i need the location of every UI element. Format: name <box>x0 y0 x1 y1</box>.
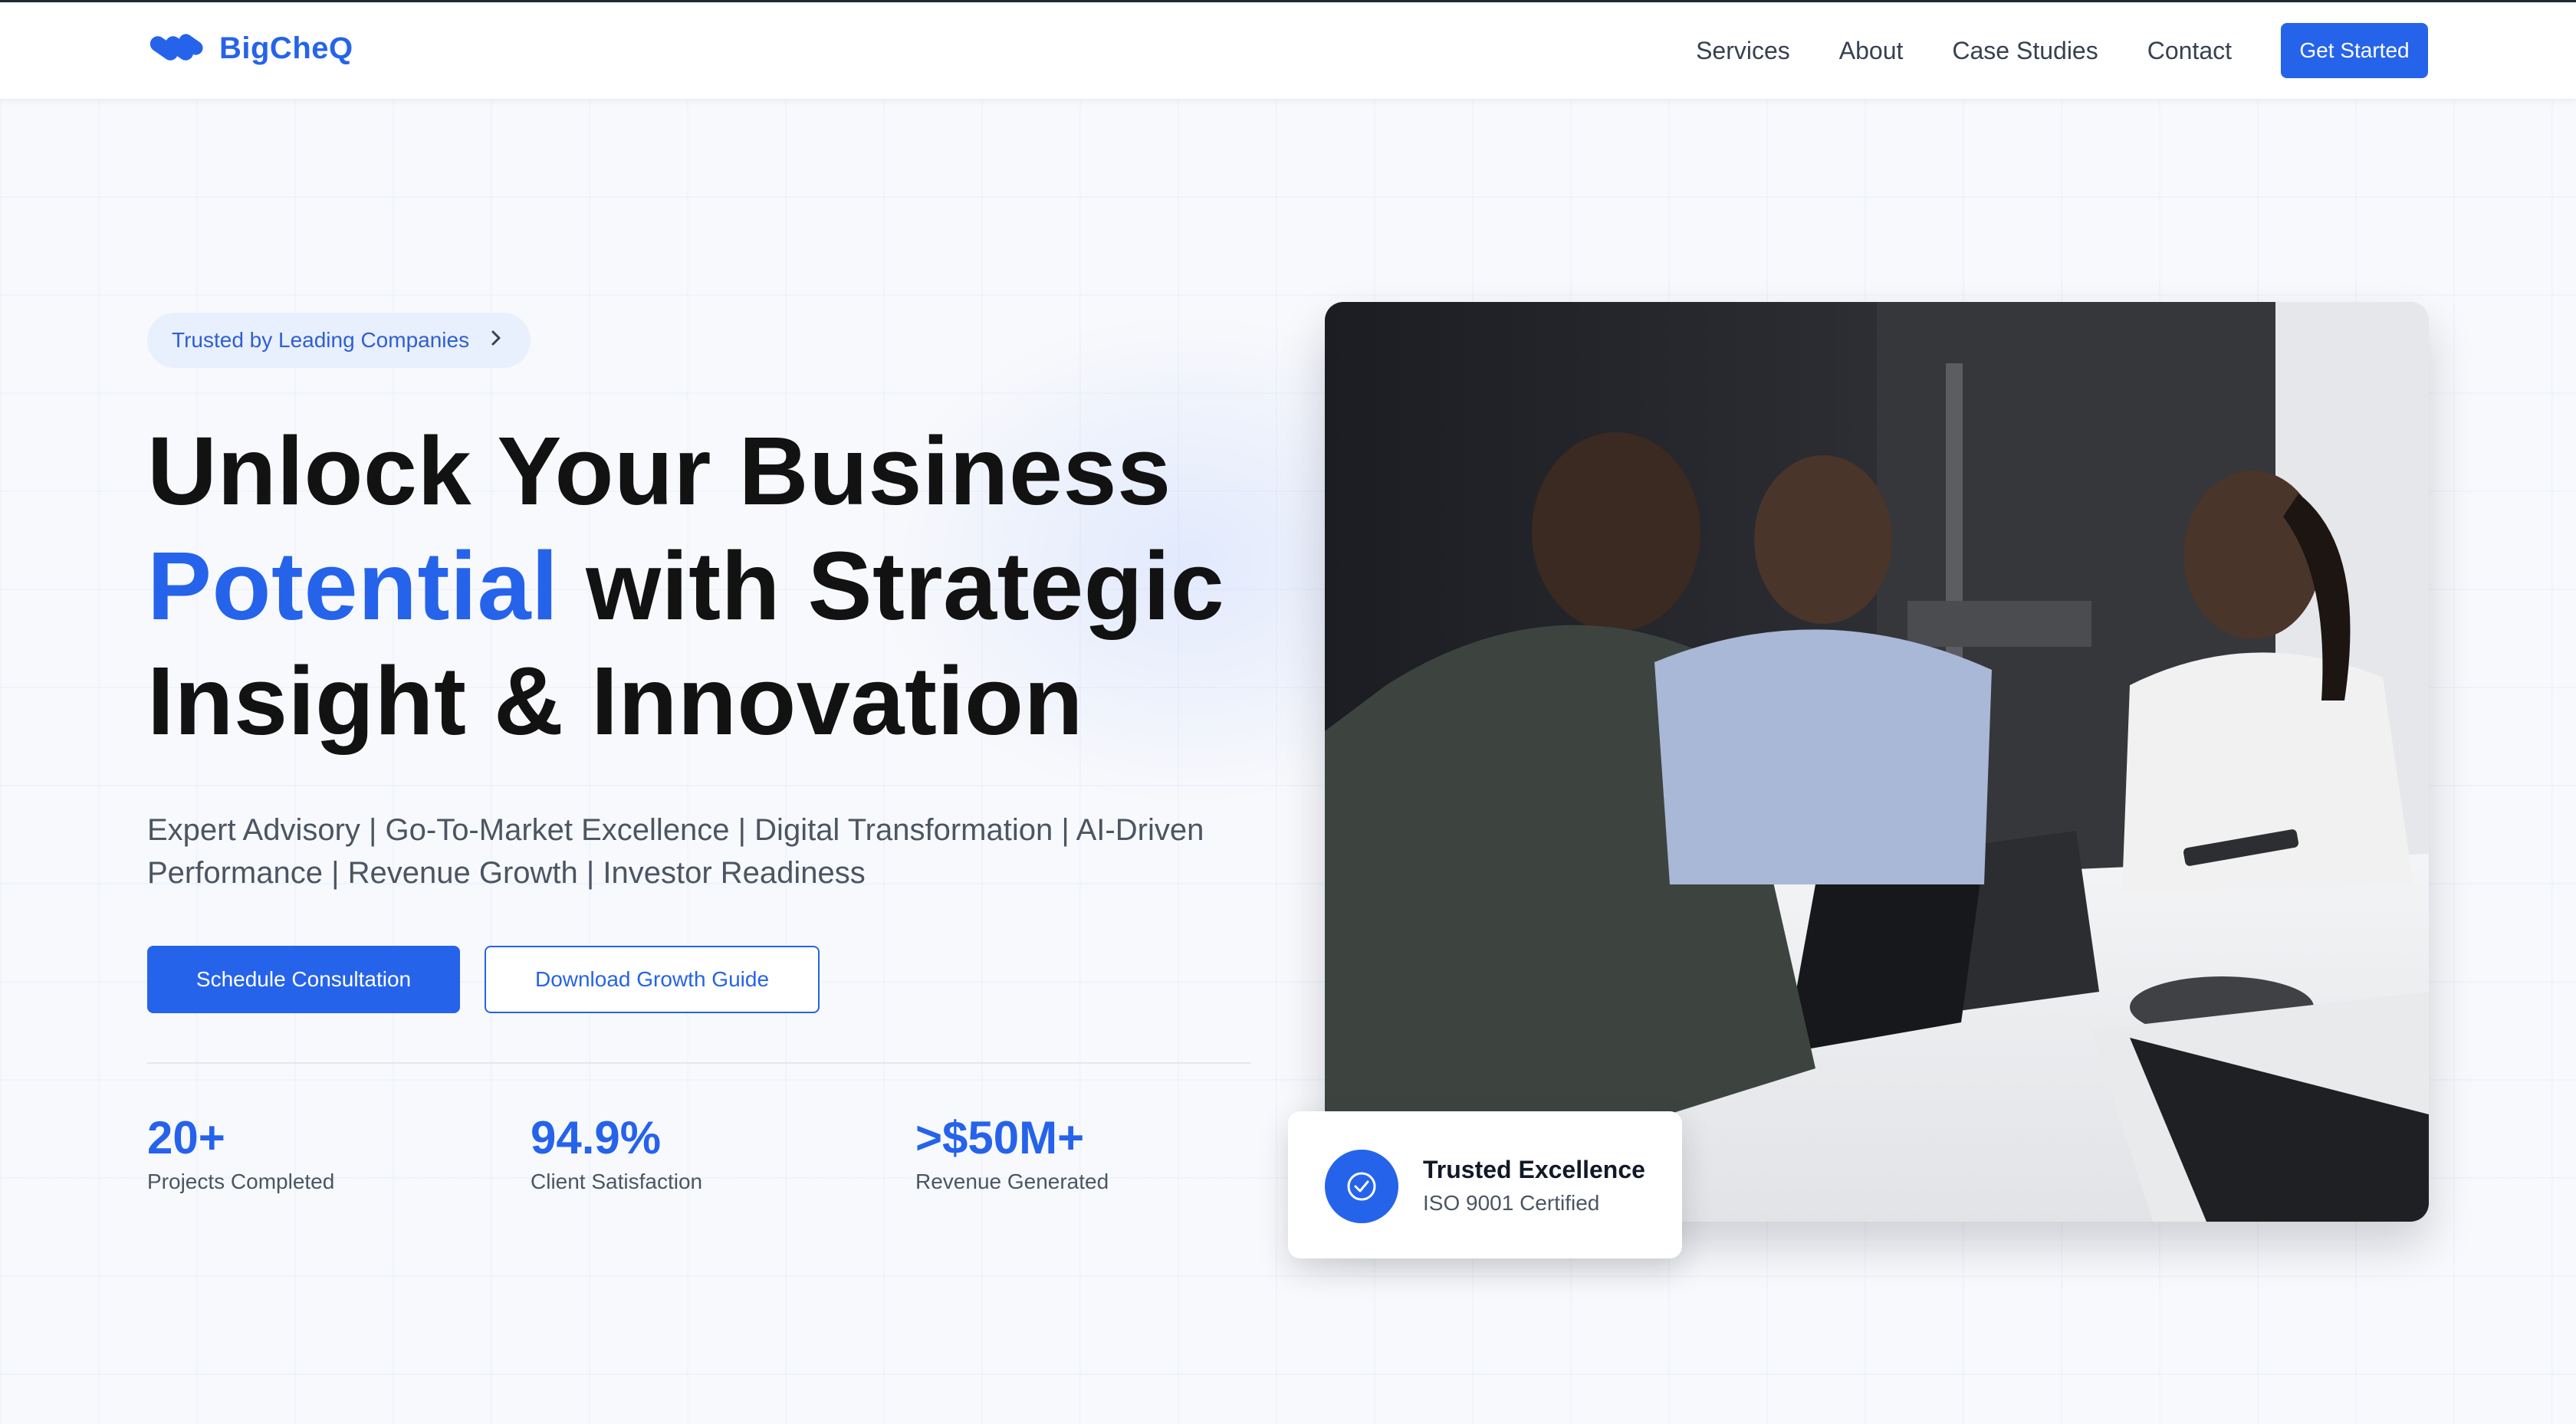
nav-case-studies[interactable]: Case Studies <box>1952 37 2098 65</box>
chevron-right-icon <box>489 327 503 353</box>
nav-contact[interactable]: Contact <box>2147 37 2232 65</box>
hero-photo <box>1325 302 2429 1222</box>
headline-line-1: Unlock Your Business <box>147 417 1171 525</box>
landing-page: BigCheQ Services About Case Studies Cont… <box>0 0 2576 1424</box>
stat-label: Projects Completed <box>147 1170 335 1193</box>
nav-about[interactable]: About <box>1839 37 1904 65</box>
headline-line-3: Insight & Innovation <box>147 647 1083 755</box>
badge-label: Trusted by Leading Companies <box>172 328 470 352</box>
stat-revenue: >$50M+ Revenue Generated <box>915 1111 1109 1194</box>
download-growth-guide-button[interactable]: Download Growth Guide <box>485 946 820 1013</box>
site-header: BigCheQ Services About Case Studies Cont… <box>0 2 2576 100</box>
brand-logo[interactable]: BigCheQ <box>147 30 353 67</box>
stat-value: 20+ <box>147 1112 225 1163</box>
meeting-photo-illustration <box>1325 302 2429 1222</box>
stat-value: >$50M+ <box>915 1112 1085 1163</box>
stat-projects: 20+ Projects Completed <box>147 1111 334 1194</box>
stat-value: 94.9% <box>531 1112 662 1163</box>
headline-line-2: with Strategic <box>558 532 1225 640</box>
bigcheq-logo-icon <box>150 34 203 61</box>
headline-accent: Potential <box>147 532 559 640</box>
nav-services[interactable]: Services <box>1696 37 1790 65</box>
trust-card: Trusted Excellence ISO 9001 Certified <box>1288 1111 1682 1258</box>
trust-title: Trusted Excellence <box>1423 1156 1645 1183</box>
main-nav: Services About Case Studies Contact Get … <box>1696 23 2428 78</box>
get-started-button[interactable]: Get Started <box>2281 23 2428 78</box>
stats-divider <box>147 1062 1251 1064</box>
check-circle-icon <box>1325 1150 1398 1223</box>
hero-subheading: Expert Advisory | Go-To-Market Excellenc… <box>147 813 1204 890</box>
stat-satisfaction: 94.9% Client Satisfaction <box>531 1111 702 1194</box>
stat-label: Client Satisfaction <box>531 1170 703 1193</box>
trusted-badge[interactable]: Trusted by Leading Companies <box>147 313 531 368</box>
schedule-consultation-button[interactable]: Schedule Consultation <box>147 946 460 1013</box>
hero-headline: Unlock Your Business Potential with Stra… <box>147 414 1297 759</box>
brand-name: BigCheQ <box>219 31 353 65</box>
trust-subtitle: ISO 9001 Certified <box>1423 1191 1600 1215</box>
stat-label: Revenue Generated <box>915 1170 1109 1193</box>
